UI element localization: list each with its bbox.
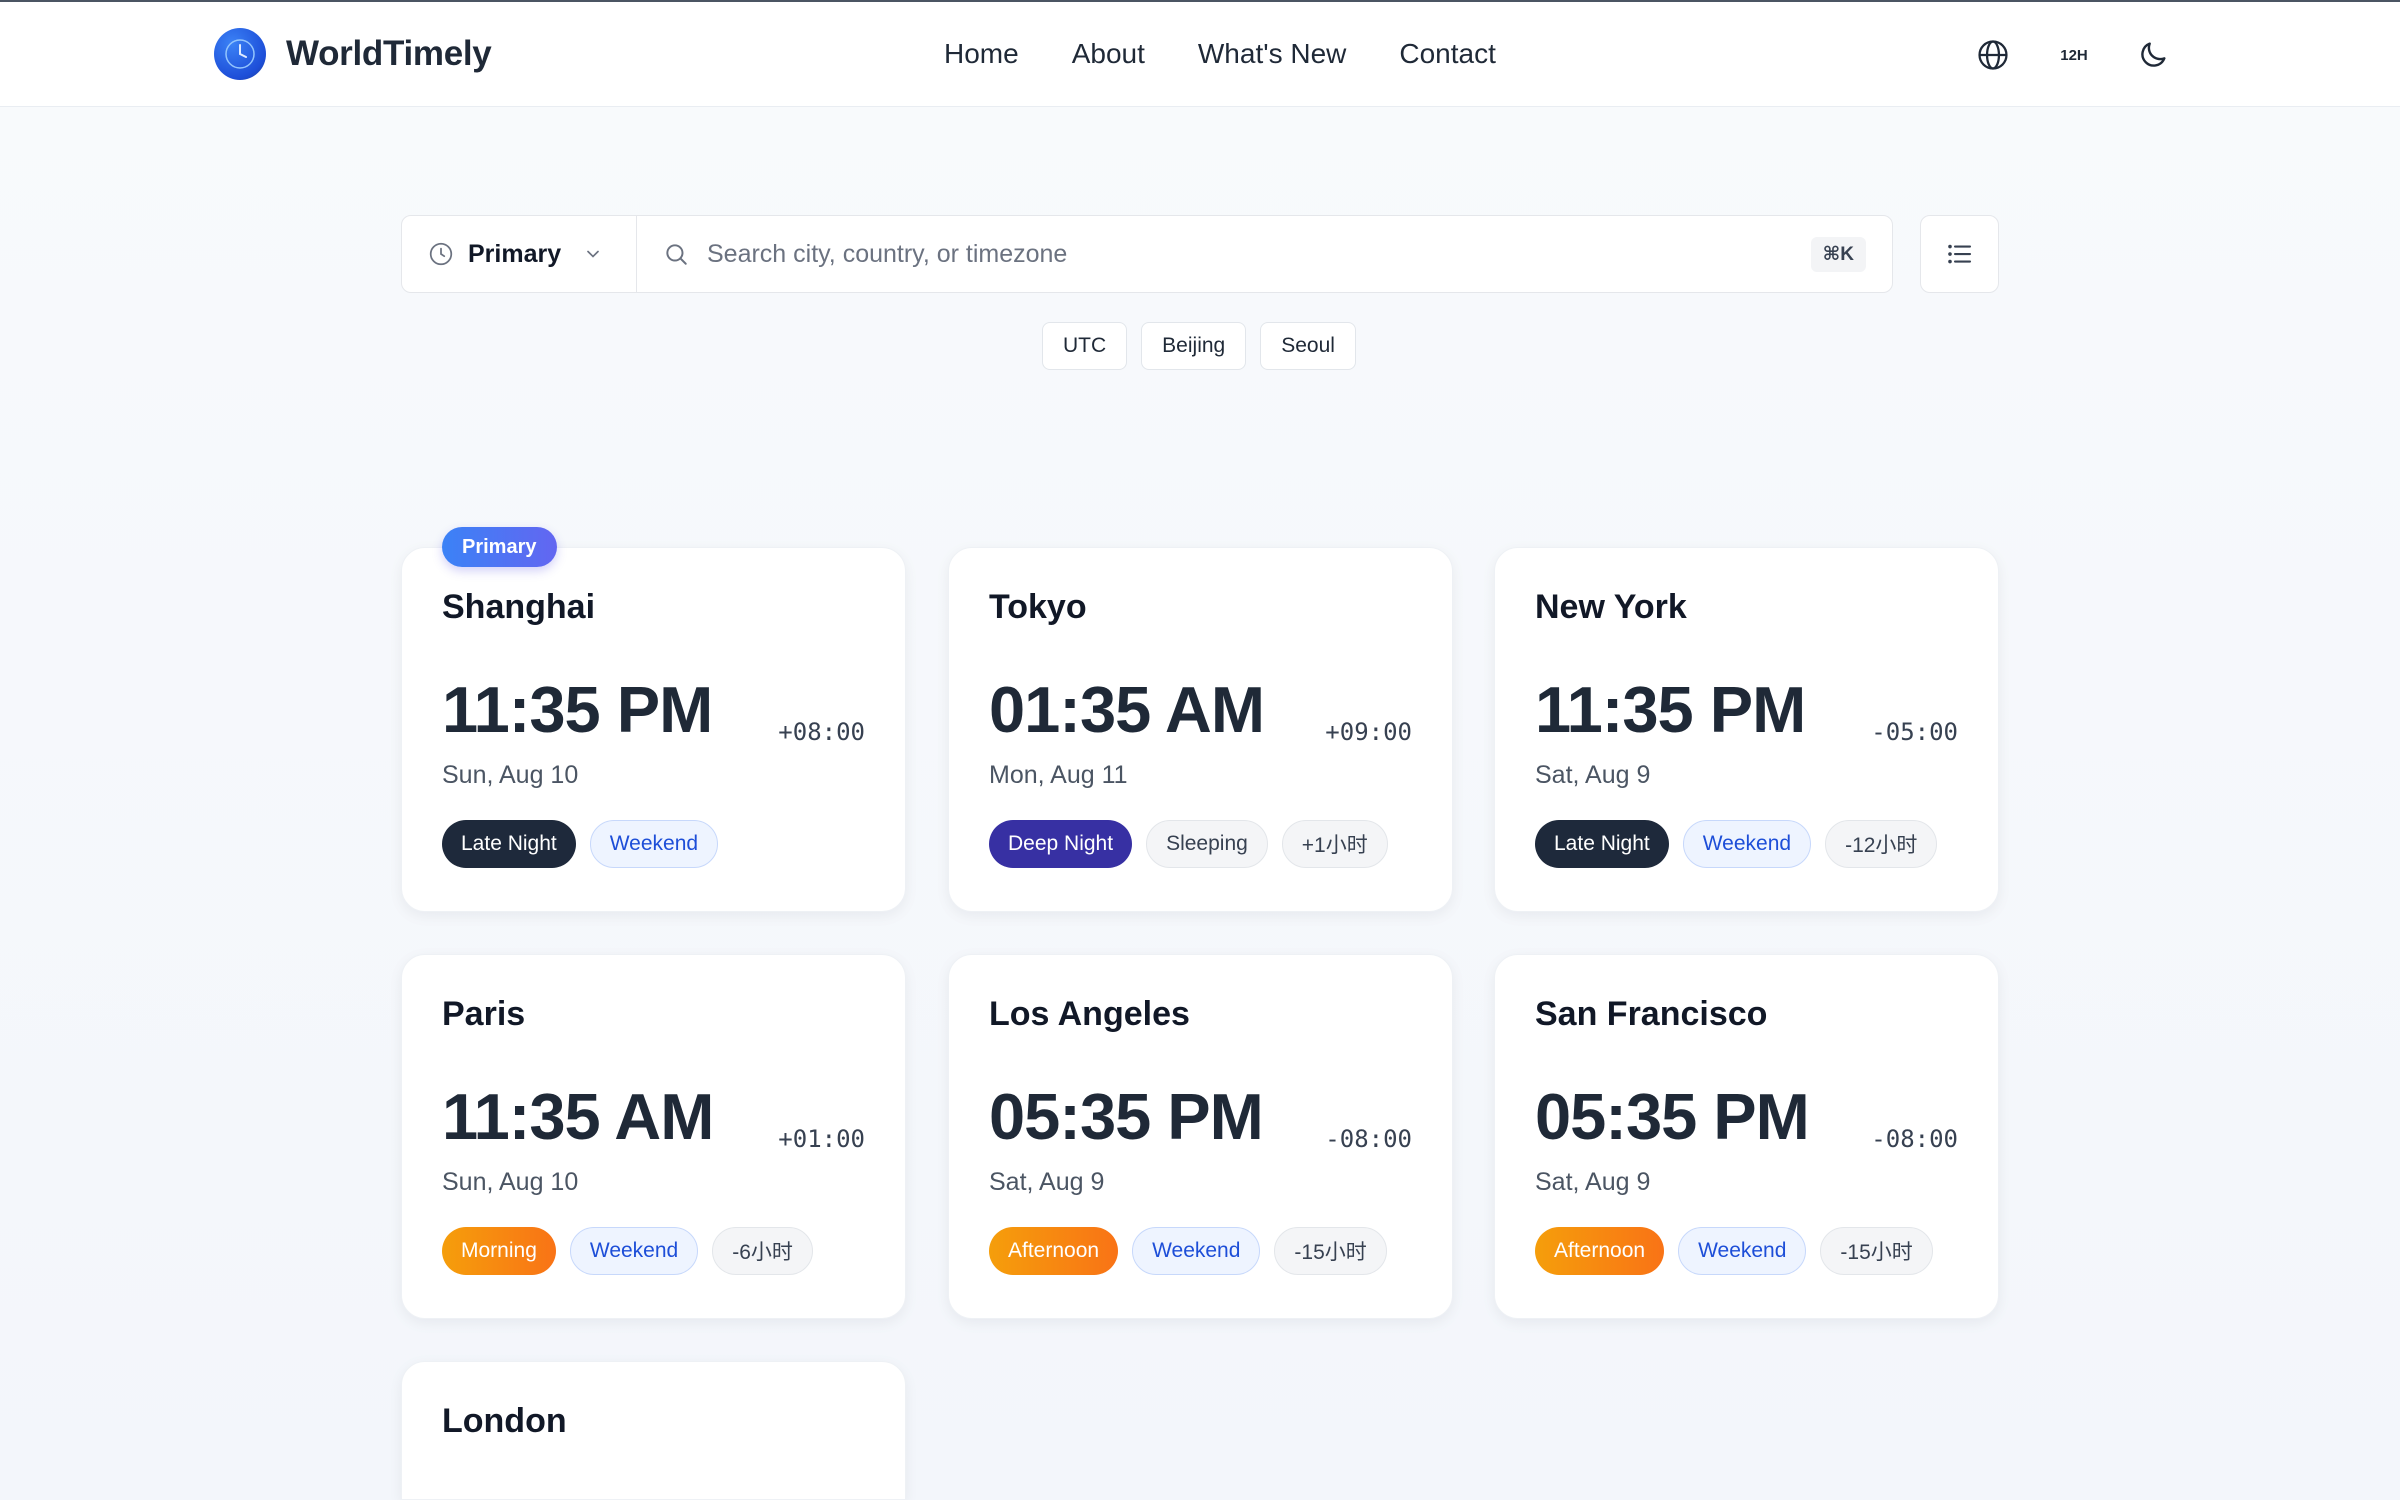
tag-period: Morning bbox=[442, 1227, 556, 1275]
tag-list: Late Night Weekend -12小时 bbox=[1535, 820, 1938, 868]
utc-offset: -08:00 bbox=[1871, 1125, 1958, 1153]
tag-period: Late Night bbox=[1535, 820, 1669, 868]
tag-weekend: Weekend bbox=[589, 820, 719, 868]
city-time: 11:35 PM bbox=[442, 673, 713, 746]
city-time: 11:35 AM bbox=[442, 1080, 714, 1153]
tag-time-diff: +1小时 bbox=[1281, 820, 1388, 868]
tag-list: Afternoon Weekend -15小时 bbox=[1535, 1227, 1933, 1275]
tag-time-diff: -6小时 bbox=[712, 1227, 813, 1275]
search-field: ⌘K bbox=[637, 216, 1892, 292]
city-name: Shanghai bbox=[442, 588, 596, 626]
city-date: Sat, Aug 9 bbox=[989, 1168, 1105, 1196]
tag-time-diff: -15小时 bbox=[1274, 1227, 1387, 1275]
top-bar: WorldTimely Home About What's New Contac… bbox=[0, 0, 2400, 107]
city-time: 11:35 PM bbox=[1535, 673, 1806, 746]
city-time: 01:35 AM bbox=[989, 673, 1265, 746]
tag-time-diff: -12小时 bbox=[1825, 820, 1938, 868]
city-time: 05:35 PM bbox=[989, 1080, 1264, 1153]
tag-list: Deep Night Sleeping +1小时 bbox=[989, 820, 1388, 868]
chevron-down-icon bbox=[587, 250, 599, 258]
utc-offset: -08:00 bbox=[1325, 1125, 1412, 1153]
search-input[interactable] bbox=[707, 239, 1811, 269]
nav-contact[interactable]: Contact bbox=[1399, 34, 1496, 74]
dark-mode-toggle[interactable] bbox=[2131, 33, 2175, 77]
city-card-shanghai[interactable]: Primary Shanghai 11:35 PM +08:00 Sun, Au… bbox=[401, 527, 906, 912]
tag-list: Afternoon Weekend -15小时 bbox=[989, 1227, 1387, 1275]
city-name: San Francisco bbox=[1535, 995, 1768, 1033]
city-date: Sat, Aug 9 bbox=[1535, 1168, 1651, 1196]
city-date: Sun, Aug 10 bbox=[442, 1168, 579, 1196]
tag-period: Afternoon bbox=[1535, 1227, 1665, 1275]
tag-time-diff: -15小时 bbox=[1820, 1227, 1933, 1275]
tag-status: Sleeping bbox=[1146, 820, 1268, 868]
tag-weekend: Weekend bbox=[569, 1227, 699, 1275]
timezone-mode-label: Primary bbox=[468, 239, 562, 268]
city-name: New York bbox=[1535, 588, 1687, 626]
tag-list: Morning Weekend -6小时 bbox=[442, 1227, 813, 1275]
city-card-new-york[interactable]: New York 11:35 PM -05:00 Sat, Aug 9 Late… bbox=[1494, 547, 1999, 912]
city-name: London bbox=[442, 1402, 567, 1440]
tag-period: Deep Night bbox=[989, 820, 1133, 868]
timezone-mode-select[interactable]: Primary bbox=[402, 216, 637, 292]
app-name: WorldTimely bbox=[286, 34, 492, 73]
list-icon bbox=[1947, 244, 1971, 264]
tag-list: Late Night Weekend bbox=[442, 820, 719, 868]
quick-chip-beijing[interactable]: Beijing bbox=[1141, 322, 1247, 370]
search-icon bbox=[666, 244, 687, 265]
main-nav: Home About What's New Contact bbox=[944, 34, 1496, 74]
tag-weekend: Weekend bbox=[1678, 1227, 1807, 1275]
city-name: Los Angeles bbox=[989, 995, 1190, 1033]
globe-icon bbox=[1978, 40, 2008, 70]
search-bar: Primary ⌘K bbox=[401, 215, 1893, 293]
city-name: Tokyo bbox=[989, 588, 1087, 626]
city-time: 05:35 PM bbox=[1535, 1080, 1810, 1153]
tag-period: Late Night bbox=[442, 820, 576, 868]
list-view-button[interactable] bbox=[1920, 215, 1999, 293]
city-card-san-francisco[interactable]: San Francisco 05:35 PM -08:00 Sat, Aug 9… bbox=[1494, 954, 1999, 1319]
nav-about[interactable]: About bbox=[1072, 34, 1145, 74]
search-shortcut-badge: ⌘K bbox=[1810, 236, 1866, 272]
time-format-toggle[interactable]: 12H bbox=[2052, 33, 2096, 77]
moon-icon bbox=[2141, 42, 2166, 67]
quick-chip-utc[interactable]: UTC bbox=[1042, 322, 1128, 370]
city-date: Sat, Aug 9 bbox=[1535, 761, 1651, 789]
city-card-tokyo[interactable]: Tokyo 01:35 AM +09:00 Mon, Aug 11 Deep N… bbox=[948, 547, 1453, 912]
city-date: Sun, Aug 10 bbox=[442, 761, 579, 789]
tag-weekend: Weekend bbox=[1132, 1227, 1261, 1275]
tag-weekend: Weekend bbox=[1682, 820, 1812, 868]
city-card-paris[interactable]: Paris 11:35 AM +01:00 Sun, Aug 10 Mornin… bbox=[401, 954, 906, 1319]
clock-icon bbox=[429, 242, 453, 266]
utc-offset: +09:00 bbox=[1325, 718, 1412, 746]
utc-offset: -05:00 bbox=[1871, 718, 1958, 746]
primary-badge: Primary bbox=[442, 527, 557, 567]
quick-chip-seoul[interactable]: Seoul bbox=[1260, 322, 1356, 370]
utc-offset: +08:00 bbox=[778, 718, 865, 746]
brand[interactable]: WorldTimely bbox=[214, 28, 492, 80]
nav-whats-new[interactable]: What's New bbox=[1198, 34, 1347, 74]
clock-logo-icon bbox=[214, 28, 266, 80]
city-date: Mon, Aug 11 bbox=[989, 761, 1128, 789]
tag-period: Afternoon bbox=[989, 1227, 1119, 1275]
city-card-london[interactable]: London bbox=[401, 1361, 906, 1500]
language-button[interactable] bbox=[1971, 33, 2015, 77]
city-card-los-angeles[interactable]: Los Angeles 05:35 PM -08:00 Sat, Aug 9 A… bbox=[948, 954, 1453, 1319]
utc-offset: +01:00 bbox=[778, 1125, 865, 1153]
nav-home[interactable]: Home bbox=[944, 34, 1019, 74]
city-name: Paris bbox=[442, 995, 526, 1033]
